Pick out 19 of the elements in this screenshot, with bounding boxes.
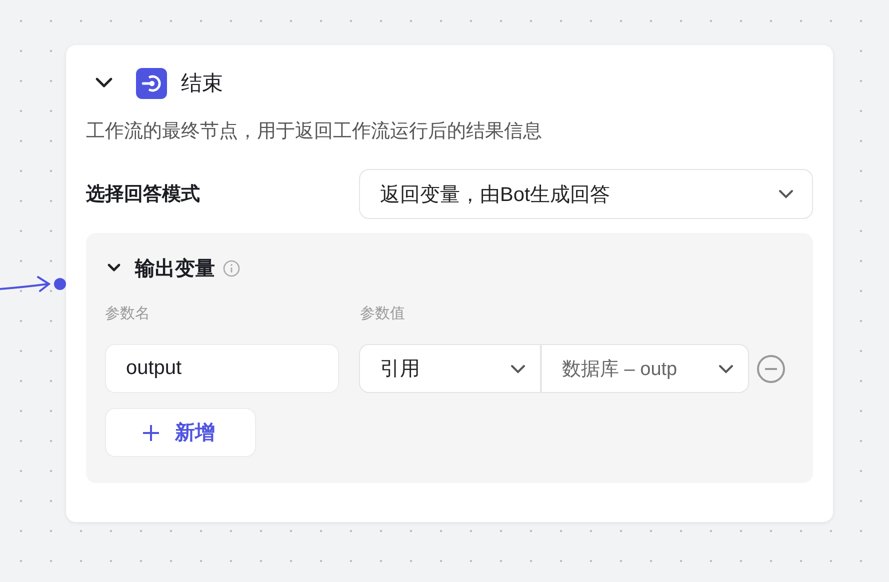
value-dropdown[interactable]: 数据库 – outp xyxy=(541,344,749,393)
end-node-icon xyxy=(136,68,167,98)
node-title: 结束 xyxy=(181,71,223,97)
column-header: 参数名 xyxy=(105,304,151,323)
section-title: 输出变量 xyxy=(135,256,215,282)
column-header: 参数值 xyxy=(360,304,405,323)
chevron-icon xyxy=(510,364,526,374)
chevron-icon xyxy=(718,364,734,374)
answer-mode-dropdown[interactable]: 返回变量，由Bot生成回答 xyxy=(359,169,813,219)
chevron-icon[interactable] xyxy=(107,263,121,273)
field-label: 选择回答模式 xyxy=(86,183,201,207)
add-button[interactable]: 新增 xyxy=(105,408,256,457)
chevron-icon[interactable] xyxy=(95,77,113,89)
chevron-icon xyxy=(778,189,794,199)
name-field[interactable]: output xyxy=(105,344,339,393)
source-dropdown[interactable]: 引用 xyxy=(359,344,541,393)
remove-icon[interactable] xyxy=(756,354,786,384)
plus-icon xyxy=(142,424,160,442)
node-description: 工作流的最终节点，用于返回工作流运行后的结果信息 xyxy=(86,120,543,144)
